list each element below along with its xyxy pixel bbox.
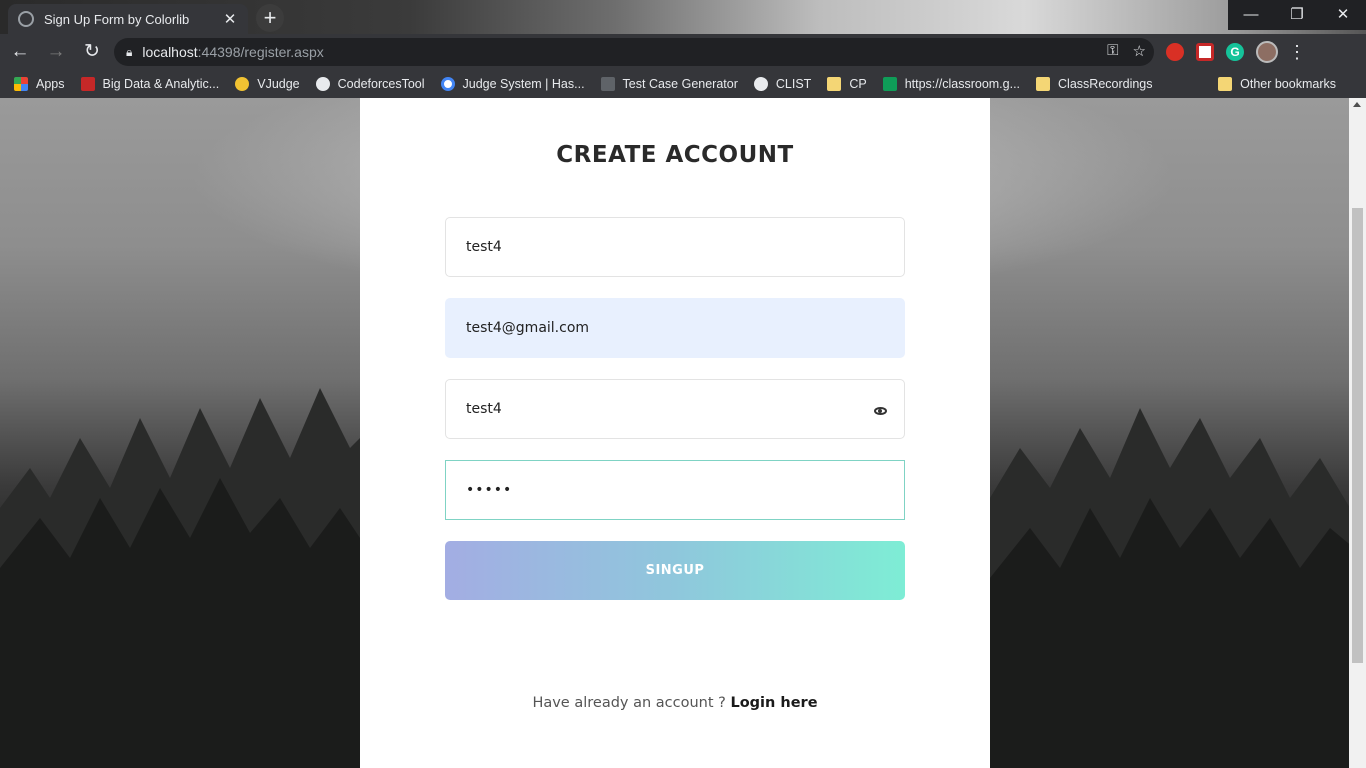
repeat-password-field[interactable] (445, 460, 905, 520)
new-tab-button[interactable]: + (256, 4, 284, 32)
bookmark-clist[interactable]: CLIST (753, 77, 811, 91)
chrome-menu-icon[interactable]: ⋮ (1288, 42, 1306, 63)
bookmark-big-data[interactable]: Big Data & Analytic... (80, 77, 219, 91)
scroll-thumb[interactable] (1352, 208, 1363, 663)
grammarly-icon[interactable]: G (1226, 43, 1244, 61)
google-icon (440, 77, 455, 91)
bookmark-cp[interactable]: CP (827, 77, 867, 91)
window-controls: — ❐ ✕ (1228, 0, 1366, 30)
globe-icon (315, 77, 330, 91)
bookmark-star-icon[interactable]: ☆ (1133, 42, 1146, 60)
bookmark-test-case-generator[interactable]: Test Case Generator (600, 77, 738, 91)
key-icon[interactable]: ⚿ (1107, 42, 1118, 60)
login-prompt-text: Have already an account ? (532, 695, 731, 711)
extension-cross-icon[interactable] (1196, 43, 1214, 61)
globe-icon (753, 77, 768, 91)
bookmark-apps[interactable]: Apps (14, 77, 65, 91)
bookmark-judge-system[interactable]: Judge System | Has... (440, 77, 585, 91)
generator-icon (600, 77, 615, 91)
browser-tab[interactable]: Sign Up Form by Colorlib ✕ (8, 4, 248, 34)
browser-toolbar: ← → ↻ 🔒︎ localhost :44398/register.aspx … (0, 34, 1366, 70)
folder-icon (1218, 77, 1233, 91)
bookmark-classrecordings[interactable]: ClassRecordings (1036, 77, 1153, 91)
bookmark-codeforcestool[interactable]: CodeforcesTool (315, 77, 425, 91)
page-title: CREATE ACCOUNT (556, 142, 794, 168)
toggle-password-visibility-icon[interactable] (874, 407, 887, 415)
bookmark-classroom[interactable]: https://classroom.g... (882, 77, 1020, 91)
signup-button[interactable]: SINGUP (445, 541, 905, 600)
tab-title: Sign Up Form by Colorlib (44, 11, 190, 27)
close-window-button[interactable]: ✕ (1320, 0, 1366, 30)
login-link[interactable]: Login here (730, 695, 817, 711)
profile-avatar-icon[interactable] (1256, 41, 1278, 63)
folder-icon (827, 77, 842, 91)
name-field[interactable] (445, 217, 905, 277)
vjudge-icon (235, 77, 250, 91)
tab-close-icon[interactable]: ✕ (222, 10, 238, 28)
extension-red-icon[interactable] (1166, 43, 1184, 61)
lock-icon: 🔒︎ (126, 44, 133, 59)
signup-card: CREATE ACCOUNT SINGUP Have already an ac… (360, 98, 990, 768)
email-field[interactable] (445, 298, 905, 358)
browser-titlebar: Sign Up Form by Colorlib ✕ + — ❐ ✕ (0, 0, 1366, 34)
restore-button[interactable]: ❐ (1274, 0, 1320, 30)
red-bookmark-icon (80, 77, 95, 91)
other-bookmarks[interactable]: Other bookmarks (1218, 77, 1336, 91)
tab-favicon-icon (18, 11, 34, 27)
folder-icon (1036, 77, 1051, 91)
page-scrollbar[interactable] (1349, 98, 1366, 768)
minimize-button[interactable]: — (1228, 0, 1274, 30)
password-field[interactable] (445, 379, 905, 439)
url-host: localhost (142, 44, 198, 60)
address-bar[interactable]: 🔒︎ localhost :44398/register.aspx ⚿ ☆ (114, 38, 1154, 66)
reload-button[interactable]: ↻ (76, 36, 108, 68)
bookmarks-bar: Apps Big Data & Analytic... VJudge Codef… (0, 70, 1366, 98)
url-path: :44398/register.aspx (197, 44, 324, 60)
page-viewport: CREATE ACCOUNT SINGUP Have already an ac… (0, 98, 1366, 768)
apps-grid-icon (14, 77, 28, 91)
forward-button[interactable]: → (40, 36, 72, 68)
scroll-up-icon[interactable] (1353, 102, 1361, 107)
classroom-icon (882, 77, 897, 91)
login-prompt: Have already an account ? Login here (360, 695, 990, 711)
bookmark-vjudge[interactable]: VJudge (235, 77, 300, 91)
back-button[interactable]: ← (4, 36, 36, 68)
